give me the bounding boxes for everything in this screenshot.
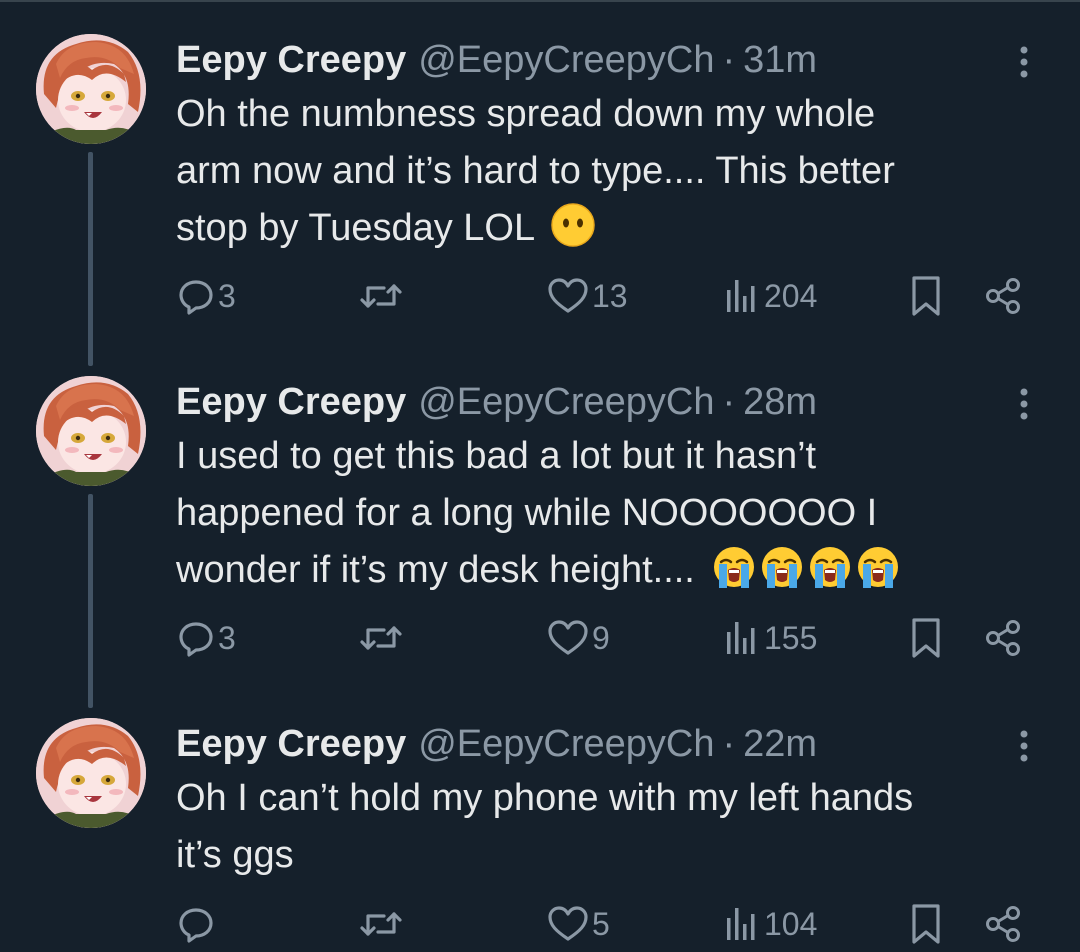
bookmark-button[interactable]: [906, 614, 946, 662]
tweet-text-line: Oh the numbness spread down my whole: [176, 93, 876, 135]
loudly-crying-face-emoji: [810, 547, 851, 588]
display-name[interactable]: Eepy Creepy: [176, 376, 406, 428]
reply-button[interactable]: 3: [176, 272, 236, 320]
header-separator: ·: [722, 39, 736, 81]
loudly-crying-face-emoji: [858, 547, 899, 588]
thread-connector: [88, 494, 93, 708]
bookmark-icon: [912, 276, 940, 316]
tweet-text-line: arm now and it’s hard to type.... This b…: [176, 150, 895, 192]
like-count: 13: [592, 277, 628, 314]
retweet-icon: [360, 284, 402, 308]
more-vertical-icon[interactable]: [1004, 384, 1044, 424]
tweet-text-line: happened for a long while NOOOOOOO I: [176, 492, 878, 534]
like-button[interactable]: 13: [546, 272, 628, 320]
timestamp[interactable]: 31m: [743, 34, 817, 86]
header-separator: ·: [722, 723, 736, 765]
tweet-text: Oh the numbness spread down my whole arm…: [176, 86, 1036, 257]
loudly-crying-face-emoji: [762, 547, 803, 588]
more-vertical-icon[interactable]: [1004, 726, 1044, 766]
like-button[interactable]: 9: [546, 614, 610, 662]
user-handle[interactable]: @EepyCreepyCh: [418, 718, 714, 770]
views-button[interactable]: 204: [722, 272, 817, 320]
tweet-text: Oh I can’t hold my phone with my left ha…: [176, 770, 1036, 884]
reply-icon: [179, 908, 213, 943]
tweet-actions: 5 104: [0, 900, 1080, 948]
display-name[interactable]: Eepy Creepy: [176, 34, 406, 86]
tweet-actions: 3 13 204: [0, 272, 1080, 320]
reply-button[interactable]: [176, 900, 218, 948]
like-count: 9: [592, 619, 610, 656]
share-icon: [986, 278, 1020, 314]
views-count: 104: [764, 905, 818, 942]
avatar[interactable]: [36, 376, 146, 486]
header-separator: ·: [722, 381, 736, 423]
tweet-text-line: it’s ggs: [176, 834, 294, 876]
bookmark-icon: [912, 618, 940, 658]
tweet-text-line: Oh I can’t hold my phone with my left ha…: [176, 777, 914, 819]
tweet-header: Eepy Creepy @EepyCreepyCh · 31m: [176, 34, 817, 86]
share-button[interactable]: [984, 272, 1024, 320]
avatar[interactable]: [36, 34, 146, 144]
tweet-text-line: stop by Tuesday LOL: [176, 207, 534, 249]
views-count: 204: [764, 277, 818, 314]
heart-icon: [548, 620, 588, 655]
bookmark-icon: [912, 904, 940, 944]
avatar[interactable]: [36, 718, 146, 828]
reply-button[interactable]: 3: [176, 614, 236, 662]
share-button[interactable]: [984, 614, 1024, 662]
heart-icon: [548, 906, 588, 941]
tweet-thread: Eepy Creepy @EepyCreepyCh · 31m Oh the n…: [0, 0, 1080, 952]
display-name[interactable]: Eepy Creepy: [176, 718, 406, 770]
tweet-header: Eepy Creepy @EepyCreepyCh · 22m: [176, 718, 817, 770]
timestamp[interactable]: 22m: [743, 718, 817, 770]
retweet-button[interactable]: [358, 900, 406, 948]
reply-count: 3: [218, 619, 236, 656]
views-count: 155: [764, 619, 818, 656]
reply-icon: [179, 280, 213, 315]
bookmark-button[interactable]: [906, 272, 946, 320]
like-count: 5: [592, 905, 610, 942]
timestamp[interactable]: 28m: [743, 376, 817, 428]
bookmark-button[interactable]: [906, 900, 946, 948]
tweet-text: I used to get this bad a lot but it hasn…: [176, 428, 1036, 599]
heart-icon: [548, 278, 588, 313]
views-chart-icon: [727, 280, 755, 312]
more-vertical-icon[interactable]: [1004, 42, 1044, 82]
views-button[interactable]: 104: [722, 900, 817, 948]
views-chart-icon: [727, 622, 755, 654]
views-chart-icon: [727, 908, 755, 940]
face-without-mouth-emoji: [551, 203, 596, 247]
reply-count: 3: [218, 277, 236, 314]
share-icon: [986, 620, 1020, 656]
like-button[interactable]: 5: [546, 900, 610, 948]
tweet-text-line: I used to get this bad a lot but it hasn…: [176, 435, 817, 477]
share-button[interactable]: [984, 900, 1024, 948]
loudly-crying-face-emoji: [714, 547, 755, 588]
tweet-text-line: wonder if it’s my desk height....: [176, 549, 695, 591]
user-handle[interactable]: @EepyCreepyCh: [418, 376, 714, 428]
tweet-actions: 3 9 155: [0, 614, 1080, 662]
share-icon: [986, 906, 1020, 942]
user-handle[interactable]: @EepyCreepyCh: [418, 34, 714, 86]
retweet-icon: [360, 626, 402, 650]
retweet-button[interactable]: [358, 272, 406, 320]
retweet-button[interactable]: [358, 614, 406, 662]
reply-icon: [179, 622, 213, 657]
retweet-icon: [360, 912, 402, 936]
views-button[interactable]: 155: [722, 614, 817, 662]
tweet-header: Eepy Creepy @EepyCreepyCh · 28m: [176, 376, 817, 428]
thread-connector: [88, 152, 93, 366]
